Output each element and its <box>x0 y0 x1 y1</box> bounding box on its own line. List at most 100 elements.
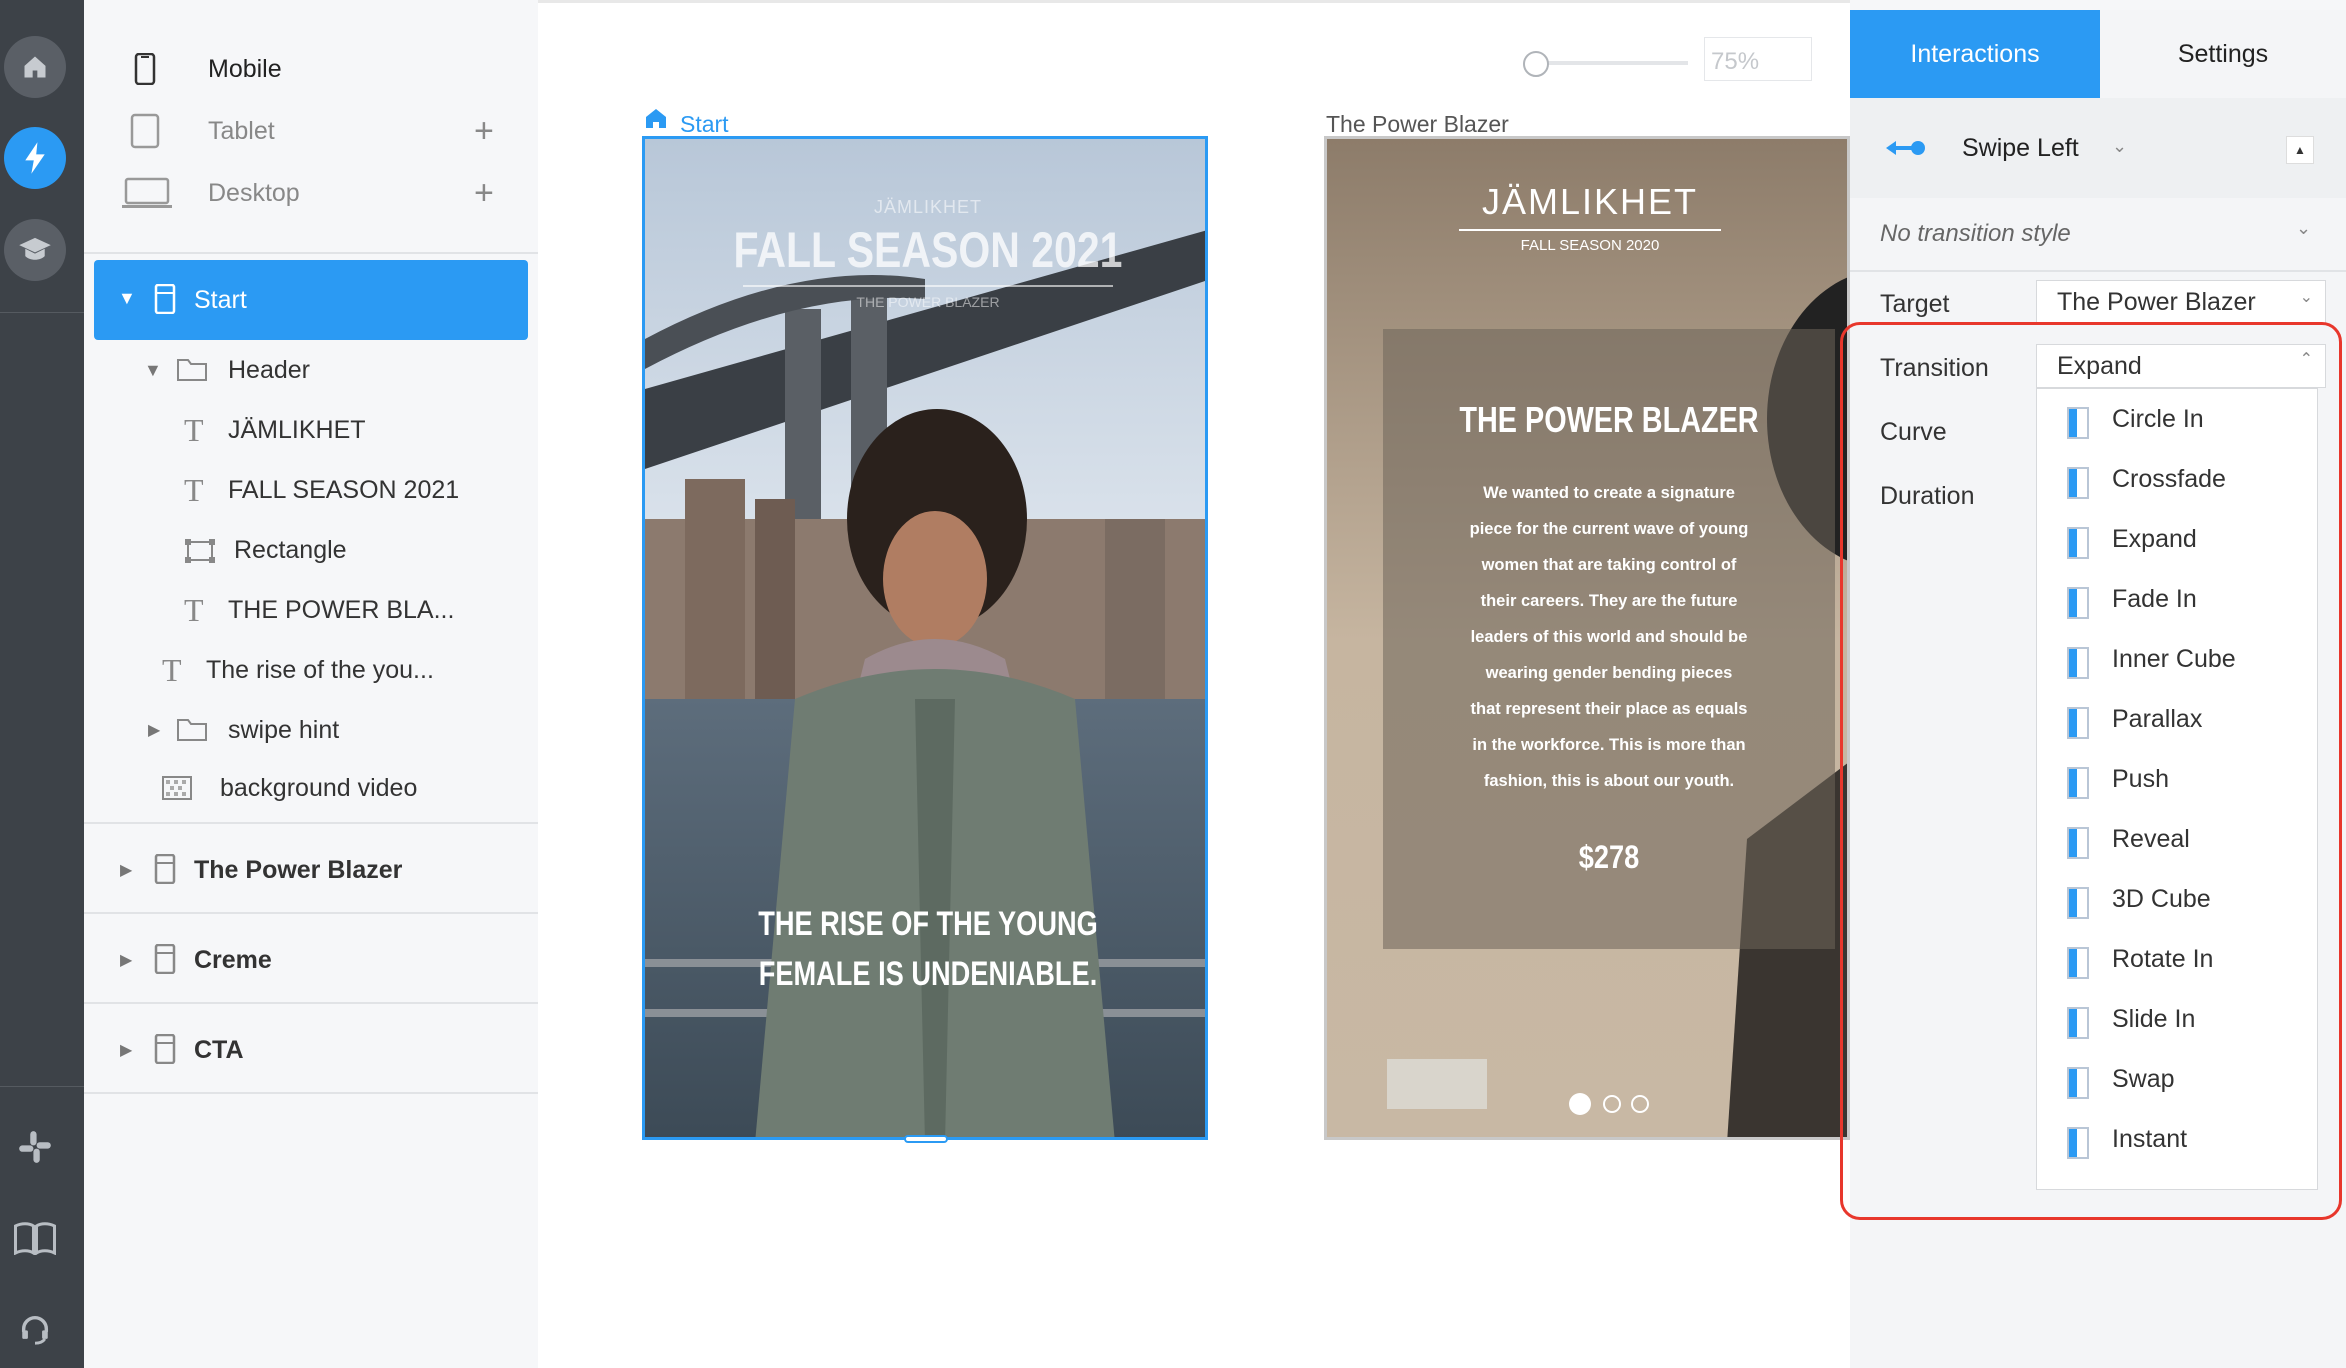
rail-divider <box>0 1086 84 1087</box>
chevron-down-icon: ⌄ <box>2299 289 2313 306</box>
product-description: We wanted to create a signature piece for… <box>1383 475 1835 799</box>
folder-icon <box>177 719 207 741</box>
slack-button[interactable] <box>4 1116 66 1178</box>
home-button[interactable] <box>4 36 66 98</box>
carousel-dot[interactable] <box>1603 1095 1621 1113</box>
text-layer-icon: T <box>162 652 182 688</box>
text-layer-icon: T <box>184 592 204 628</box>
headset-icon <box>21 1316 49 1345</box>
transition-style-select[interactable]: No transition style ⌄ <box>1850 198 2346 272</box>
divider <box>84 252 538 254</box>
layer-label: swipe hint <box>228 716 340 744</box>
add-tablet-button[interactable]: + <box>474 112 494 151</box>
device-label: Desktop <box>208 178 300 207</box>
zoom-slider-knob[interactable] <box>1523 51 1549 77</box>
target-select[interactable]: The Power Blazer ⌄ <box>2036 280 2326 324</box>
collapse-arrow-icon[interactable]: ▶ <box>148 720 160 740</box>
book-icon <box>14 1222 56 1255</box>
season-text: FALL SEASON 2020 <box>1520 237 1660 254</box>
learn-button[interactable] <box>4 219 66 281</box>
layers-panel: Mobile Tablet + Desktop + ▼ Start ▼ Head… <box>84 10 538 1368</box>
device-label: Mobile <box>208 54 282 83</box>
season-heading: FALL SEASON 2021 <box>733 222 1123 278</box>
screen-icon <box>154 854 176 884</box>
divider <box>84 1092 538 1094</box>
layer-screen-power-blazer[interactable]: ▶ The Power Blazer <box>120 842 530 898</box>
layer-label: background video <box>220 774 418 802</box>
layer-text-rise[interactable]: T The rise of the you... <box>162 642 532 698</box>
device-desktop[interactable]: Desktop + <box>84 168 538 218</box>
layer-label: Start <box>194 286 247 314</box>
layer-label: THE POWER BLA... <box>228 596 455 624</box>
device-label: Tablet <box>208 116 275 145</box>
zoom-input[interactable]: 75% <box>1704 37 1812 81</box>
rectangle-layer-icon <box>185 539 215 563</box>
description-line: fashion, this is about our youth. <box>1483 772 1735 790</box>
highlight-outline <box>1840 322 2342 1220</box>
layer-screen-cta[interactable]: ▶ CTA <box>120 1022 530 1078</box>
layer-label: CTA <box>194 1036 244 1064</box>
docs-button[interactable] <box>4 1207 66 1269</box>
rail-divider <box>0 312 84 313</box>
collapse-arrow-icon[interactable]: ▶ <box>120 860 132 880</box>
layer-label: Creme <box>194 946 272 974</box>
interactions-mode-button[interactable] <box>4 127 66 189</box>
design-canvas[interactable]: 75% Start JÄMLIKHET FALL SEASON 2021 THE… <box>538 0 1850 1368</box>
screen-icon <box>154 284 176 314</box>
divider <box>84 1002 538 1004</box>
screen-icon <box>154 1034 176 1064</box>
screen-power-blazer[interactable]: JÄMLIKHET FALL SEASON 2020 THE POWER BLA… <box>1324 136 1850 1140</box>
properties-panel: Interactions Settings Swipe Left ⌄ ▲ No … <box>1840 10 2346 1368</box>
mobile-icon <box>134 53 156 85</box>
zoom-slider-track[interactable] <box>1528 61 1688 65</box>
layer-label: The Power Blazer <box>194 856 403 884</box>
product-title: THE POWER BLAZER <box>1459 399 1759 440</box>
expand-arrow-icon[interactable]: ▼ <box>118 288 136 309</box>
add-desktop-button[interactable]: + <box>474 174 494 213</box>
layer-text-jamlikhet[interactable]: T JÄMLIKHET <box>184 402 534 458</box>
folder-icon <box>177 359 207 381</box>
screen-label-power-blazer[interactable]: The Power Blazer <box>1326 111 1509 138</box>
description-line: We wanted to create a signature <box>1483 484 1735 502</box>
title-underline <box>1459 229 1721 231</box>
text-layer-icon: T <box>184 412 204 448</box>
carousel-dot-active[interactable] <box>1569 1093 1591 1115</box>
layer-group-header[interactable]: ▼ Header <box>144 342 534 398</box>
tab-interactions[interactable]: Interactions <box>1850 10 2100 98</box>
tablet-icon <box>130 113 160 149</box>
layer-text-fall-season[interactable]: T FALL SEASON 2021 <box>184 462 534 518</box>
icon-rail <box>0 0 84 1368</box>
layer-text-power-blazer[interactable]: T THE POWER BLA... <box>184 582 534 638</box>
resize-handle[interactable] <box>904 1135 948 1143</box>
support-button[interactable] <box>4 1298 66 1360</box>
collapse-section-button[interactable]: ▲ <box>2286 136 2314 164</box>
swipe-left-icon <box>1886 141 1925 155</box>
home-icon <box>646 109 666 128</box>
transition-style-label: No transition style <box>1880 220 2071 247</box>
expand-arrow-icon[interactable]: ▼ <box>144 360 162 381</box>
device-mobile[interactable]: Mobile <box>84 44 538 94</box>
device-tablet[interactable]: Tablet + <box>84 106 538 156</box>
description-line: their careers. They are the future <box>1480 592 1738 610</box>
chevron-down-icon[interactable]: ⌄ <box>2112 136 2127 157</box>
screen-start[interactable]: JÄMLIKHET FALL SEASON 2021 THE POWER BLA… <box>642 136 1208 1140</box>
screen-label-start[interactable]: Start <box>680 111 729 138</box>
layer-rectangle[interactable]: Rectangle <box>184 522 534 578</box>
layer-screen-start[interactable]: ▼ Start <box>94 260 528 340</box>
layer-label: Rectangle <box>234 536 347 564</box>
layer-group-swipe-hint[interactable]: ▶ swipe hint <box>148 702 532 758</box>
lightning-icon <box>25 142 45 174</box>
collapse-arrow-icon[interactable]: ▶ <box>120 1040 132 1060</box>
layer-background-video[interactable]: background video <box>162 760 532 816</box>
description-line: that represent their place as equals <box>1470 700 1748 718</box>
slack-icon <box>19 1131 51 1163</box>
tab-settings[interactable]: Settings <box>2100 10 2346 98</box>
desktop-icon <box>122 177 172 208</box>
tagline-text: THE RISE OF THE YOUNG FEMALE IS UNDENIAB… <box>758 905 1098 993</box>
collapse-arrow-icon[interactable]: ▶ <box>120 950 132 970</box>
carousel-dot[interactable] <box>1631 1095 1649 1113</box>
layer-screen-creme[interactable]: ▶ Creme <box>120 932 530 988</box>
gesture-header[interactable]: Swipe Left ⌄ ▲ <box>1850 98 2346 198</box>
divider <box>84 822 538 824</box>
subtitle-text: THE POWER BLAZER <box>856 294 1000 310</box>
